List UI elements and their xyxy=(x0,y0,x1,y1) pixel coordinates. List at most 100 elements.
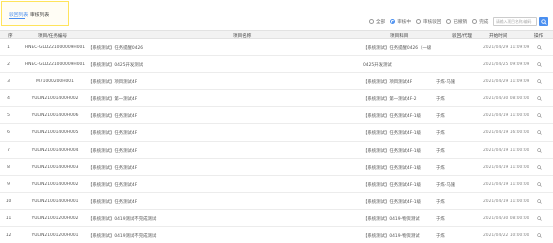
row-index: 2 xyxy=(7,62,10,68)
row-name: 【系统测试】0419测试不完成测试 xyxy=(88,216,157,222)
table-row[interactable]: 11 YULIN21001200H002 【系统测试】0419测试不完成测试 【系统测… xyxy=(0,210,553,228)
row-start-time: 2021/04/19 11:00:00 xyxy=(483,181,529,187)
row-start-time: 2021/04/29 11:09:09 xyxy=(483,45,529,50)
magnifier-icon xyxy=(536,147,542,153)
row-start-time: 2021/04/19 16:00:00 xyxy=(483,130,529,136)
row-subject: 【系统测试】项目测试4F xyxy=(363,80,413,86)
row-code: YULIN21001400H004 xyxy=(31,147,79,153)
row-index: 4 xyxy=(7,96,10,102)
table-row[interactable]: 4 YULIN21001400H002 【系统测试】第一测试4F 【系统测试】第一测试… xyxy=(0,90,553,108)
row-view-button[interactable] xyxy=(534,164,544,172)
row-model: 于炼-马施 xyxy=(436,80,456,86)
row-name: 【系统测试】任务测试4F xyxy=(88,182,138,188)
filter-rejected-radio[interactable] xyxy=(416,19,421,24)
row-name: 【系统测试】任务提醒0426 xyxy=(88,46,144,51)
table-row[interactable]: 7 YULIN21001400H004 【系统测试】任务测试4F 【系统测试】任务测试… xyxy=(0,142,553,159)
row-index: 8 xyxy=(7,164,10,170)
row-subject: 【系统测试】任务提醒0426（一级项） xyxy=(363,46,431,51)
table-row[interactable]: 10 YULIN21001400H001 【系统测试】任务测试4F 【系统测试】任务测… xyxy=(0,193,553,210)
search-input[interactable] xyxy=(493,17,537,26)
row-start-time: 2021/04/25 09:09:09 xyxy=(483,62,529,68)
row-model: 于炼 xyxy=(436,199,445,205)
magnifier-icon xyxy=(536,216,542,221)
row-start-time: 2021/04/19 11:00:00 xyxy=(483,113,529,119)
filter-rejected[interactable]: 审核驳回 xyxy=(416,19,441,25)
table-row[interactable]: 6 YULIN21001400H005 【系统测试】任务测试4F 【系统测试】任务测试… xyxy=(0,124,553,142)
table-header: 序 项目/任务编号 项目名称 项目科目 驳回/代理 开始时间 操作 xyxy=(0,30,553,39)
row-subject: 【系统测试】任务测试4F-1级 xyxy=(363,148,421,154)
row-subject: 【系统测试】0419-物资测试 xyxy=(363,234,420,240)
table-row[interactable]: 8 YULIN21001400H003 【系统测试】任务测试4F 【系统测试】任务测试… xyxy=(0,159,553,176)
tab-rejected-list[interactable]: 驳回列表 xyxy=(9,11,28,18)
filter-completed-label: 完成 xyxy=(479,19,489,25)
row-subject: 【系统测试】任务测试4F-1级 xyxy=(363,182,421,188)
table-row[interactable]: 5 YULIN21001400H006 【系统测试】任务测试4F 【系统测试】任务测试… xyxy=(0,107,553,125)
row-view-button[interactable] xyxy=(534,182,544,189)
magnifier-icon xyxy=(536,182,542,187)
row-code: YULIN21001400H006 xyxy=(31,113,79,119)
status-filter-group: 全部 审核中 审核驳回 已撤销 完成 xyxy=(369,18,493,25)
filter-revoked[interactable]: 已撤销 xyxy=(446,19,467,25)
row-code: YULIN21001400H003 xyxy=(31,164,79,170)
row-start-time: 2021/04/30 08:00:00 xyxy=(483,96,529,102)
filter-completed[interactable]: 完成 xyxy=(472,19,488,25)
row-code: YULIN21001400H001 xyxy=(31,198,79,204)
row-view-button[interactable] xyxy=(534,45,544,52)
row-name: 【系统测试】0419测试不完成测试 xyxy=(88,234,157,240)
row-view-button[interactable] xyxy=(534,130,544,137)
row-subject: 【系统测试】任务测试4F-1级 xyxy=(363,114,421,120)
row-model: 于炼-马施 xyxy=(436,182,456,188)
row-view-button[interactable] xyxy=(534,147,544,155)
search-icon xyxy=(540,18,547,25)
row-code: YULIN21001200H001 xyxy=(31,233,79,239)
row-index: 9 xyxy=(7,181,10,187)
filter-revoked-label: 已撤销 xyxy=(453,19,468,25)
row-index: 6 xyxy=(7,130,10,136)
search-button[interactable] xyxy=(539,17,548,26)
row-model: 于炼 xyxy=(436,234,445,240)
row-name: 【系统测试】任务测试4F xyxy=(88,148,138,154)
table-row[interactable]: 3 M71000200H001 【系统测试】项目测试4F 【系统测试】项目测试4F 于炼… xyxy=(0,73,553,91)
row-view-button[interactable] xyxy=(534,79,544,86)
row-view-button[interactable] xyxy=(534,233,544,240)
row-view-button[interactable] xyxy=(534,62,544,69)
row-view-button[interactable] xyxy=(534,96,544,103)
row-name: 【系统测试】任务测试4F xyxy=(88,199,138,205)
row-view-button[interactable] xyxy=(534,216,544,223)
filter-all[interactable]: 全部 xyxy=(369,19,385,25)
row-view-button[interactable] xyxy=(534,199,544,206)
filter-rejected-label: 审核驳回 xyxy=(423,19,442,25)
filter-reviewing[interactable]: 审核中 xyxy=(390,19,411,25)
row-name: 【系统测试】任务测试4F xyxy=(88,114,138,120)
row-model: 于炼 xyxy=(436,165,445,171)
tab-bar: 驳回列表 审核列表 xyxy=(1,1,69,26)
filter-reviewing-label: 审核中 xyxy=(397,19,411,25)
magnifier-icon xyxy=(536,79,542,84)
table-row[interactable]: 12 YULIN21001200H001 【系统测试】0419测试不完成测试 【系统测… xyxy=(0,227,553,243)
task-table: 序 项目/任务编号 项目名称 项目科目 驳回/代理 开始时间 操作 1 HNEC-… xyxy=(0,30,553,243)
filter-all-radio[interactable] xyxy=(369,19,374,24)
magnifier-icon xyxy=(536,164,542,170)
table-row[interactable]: 1 HNEC-GLD221000009H001 【系统测试】任务提醒0426 【系统测… xyxy=(0,39,553,57)
row-code: HNEC-GLD221000009H001 xyxy=(24,45,86,50)
active-tab-indicator xyxy=(9,18,25,19)
row-view-button[interactable] xyxy=(534,113,544,120)
table-row[interactable]: 2 HNEC-GLD221000009H001 【系统测试】0425开发测试 0425… xyxy=(0,56,553,74)
row-name: 【系统测试】项目测试4F xyxy=(88,80,138,86)
row-start-time: 2021/04/19 11:00:00 xyxy=(483,198,529,204)
row-name: 【系统测试】0425开发测试 xyxy=(88,63,144,69)
tab-review-list[interactable]: 审核列表 xyxy=(30,11,49,18)
filter-revoked-radio[interactable] xyxy=(446,19,452,24)
row-start-time: 2021/04/30 08:00:00 xyxy=(483,215,529,221)
row-start-time: 2021/04/19 11:00:00 xyxy=(483,147,529,153)
row-index: 12 xyxy=(5,233,12,239)
table-row[interactable]: 9 YULIN21001400H002 【系统测试】任务测试4F 【系统测试】任务测试… xyxy=(0,176,553,193)
filter-reviewing-radio[interactable] xyxy=(390,19,396,24)
magnifier-icon xyxy=(536,113,542,119)
row-index: 11 xyxy=(5,215,12,221)
row-code: HNEC-GLD221000009H001 xyxy=(24,62,86,68)
row-code: YULIN21001400H005 xyxy=(31,130,79,136)
magnifier-icon xyxy=(536,233,542,238)
row-name: 【系统测试】第一测试4F xyxy=(88,97,138,103)
filter-completed-radio[interactable] xyxy=(472,19,478,24)
